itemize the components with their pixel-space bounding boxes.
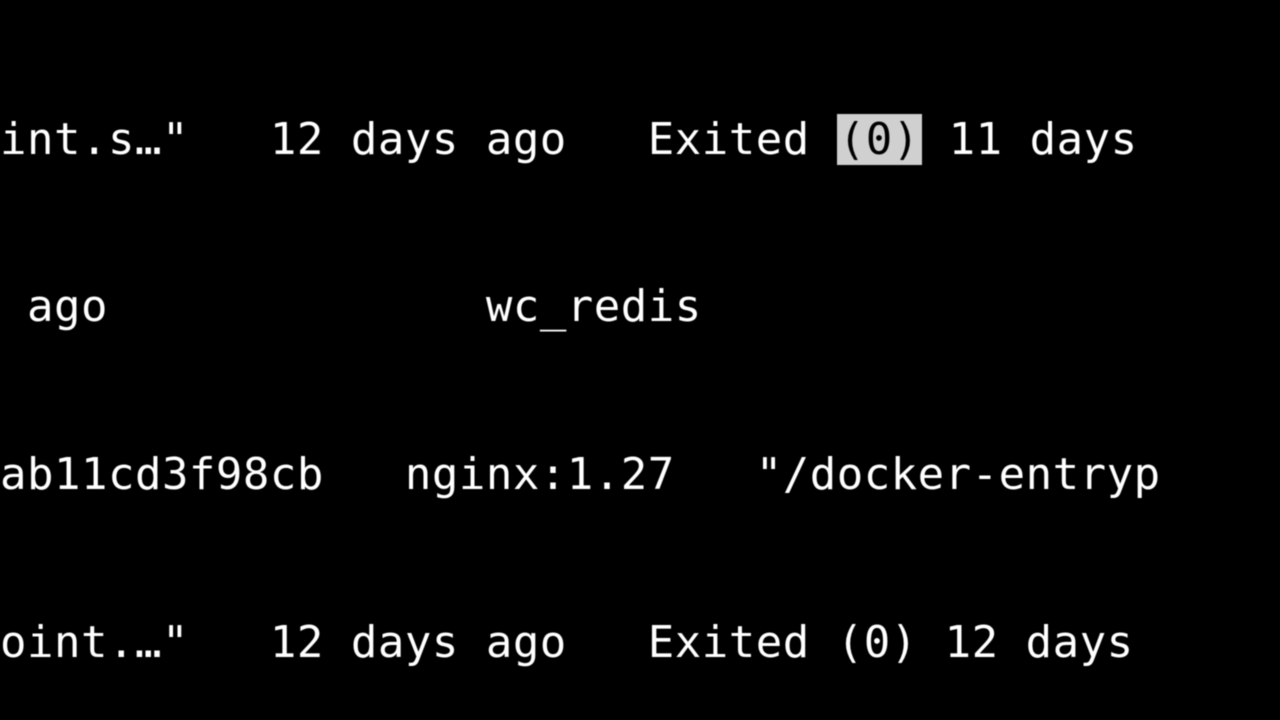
docker-row-1-line-2: oint.…" 12 days ago Exited (0) 12 days xyxy=(0,615,1280,671)
docker-row-1-line-1: ab11cd3f98cb nginx:1.27 "/docker-entryp xyxy=(0,447,1280,503)
docker-row-0-text-a: int.s…" 12 days ago Exited xyxy=(0,114,837,165)
docker-row-0-text-b: 11 days xyxy=(922,114,1138,165)
exit-code-highlighted: (0) xyxy=(837,114,922,165)
docker-row-0-line-1: int.s…" 12 days ago Exited (0) 11 days xyxy=(0,112,1280,168)
terminal-output[interactable]: int.s…" 12 days ago Exited (0) 11 days a… xyxy=(0,0,1280,720)
docker-row-0-line-2: ago wc_redis xyxy=(0,279,1280,335)
